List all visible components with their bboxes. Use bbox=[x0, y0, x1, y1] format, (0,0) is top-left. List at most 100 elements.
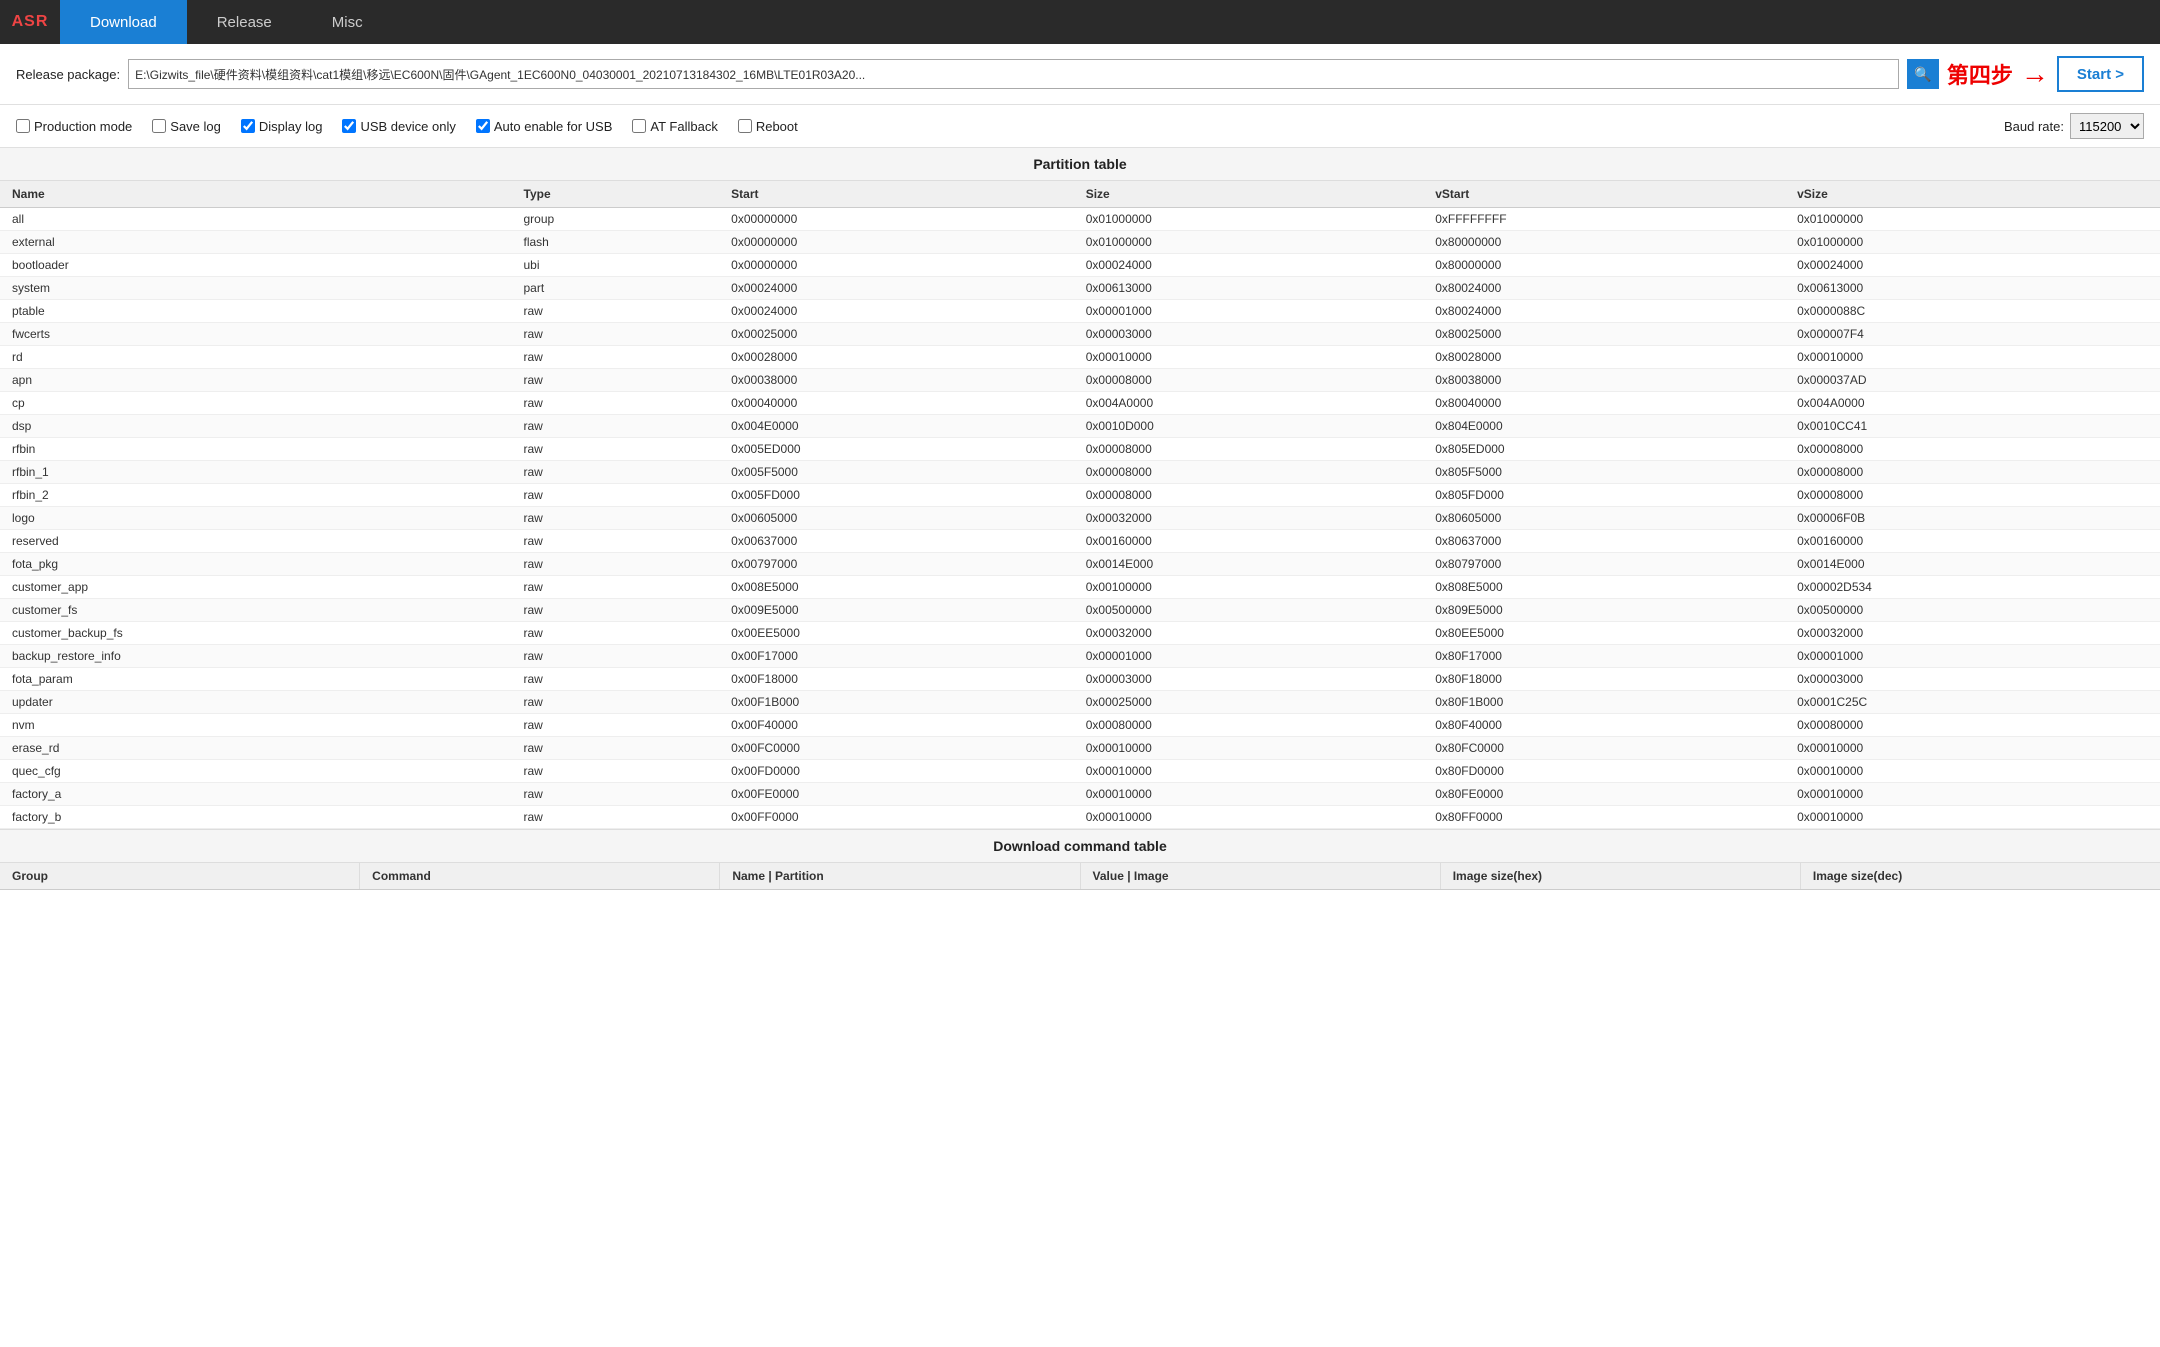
at-fallback-label: AT Fallback bbox=[650, 119, 717, 134]
table-cell: 0x00500000 bbox=[1074, 599, 1424, 622]
option-usb-device-only[interactable]: USB device only bbox=[342, 119, 455, 134]
table-row: rdraw0x000280000x000100000x800280000x000… bbox=[0, 346, 2160, 369]
table-cell: 0x80FF0000 bbox=[1423, 806, 1785, 829]
table-cell: 0x80F1B000 bbox=[1423, 691, 1785, 714]
table-cell: reserved bbox=[0, 530, 512, 553]
table-cell: 0x004A0000 bbox=[1785, 392, 2160, 415]
table-cell: 0x80038000 bbox=[1423, 369, 1785, 392]
table-cell: 0x00500000 bbox=[1785, 599, 2160, 622]
table-cell: rfbin_2 bbox=[0, 484, 512, 507]
table-cell: 0x00008000 bbox=[1785, 438, 2160, 461]
table-cell: raw bbox=[512, 461, 720, 484]
table-cell: 0x00F17000 bbox=[719, 645, 1074, 668]
table-row: rfbin_2raw0x005FD0000x000080000x805FD000… bbox=[0, 484, 2160, 507]
option-production-mode[interactable]: Production mode bbox=[16, 119, 132, 134]
option-save-log[interactable]: Save log bbox=[152, 119, 221, 134]
usb-device-only-checkbox[interactable] bbox=[342, 119, 356, 133]
option-auto-enable-usb[interactable]: Auto enable for USB bbox=[476, 119, 613, 134]
col-type: Type bbox=[512, 181, 720, 208]
table-cell: raw bbox=[512, 346, 720, 369]
table-cell: 0x00010000 bbox=[1785, 760, 2160, 783]
table-cell: 0x00000000 bbox=[719, 208, 1074, 231]
table-cell: raw bbox=[512, 599, 720, 622]
table-cell: factory_a bbox=[0, 783, 512, 806]
save-log-label: Save log bbox=[170, 119, 221, 134]
table-cell: 0x0010CC41 bbox=[1785, 415, 2160, 438]
table-cell: 0x80028000 bbox=[1423, 346, 1785, 369]
table-cell: 0x00008000 bbox=[1074, 484, 1424, 507]
table-row: rfbinraw0x005ED0000x000080000x805ED0000x… bbox=[0, 438, 2160, 461]
table-cell: raw bbox=[512, 783, 720, 806]
release-package-label: Release package: bbox=[16, 67, 120, 82]
reboot-checkbox[interactable] bbox=[738, 119, 752, 133]
table-cell: 0x00010000 bbox=[1074, 737, 1424, 760]
table-cell: 0x005F5000 bbox=[719, 461, 1074, 484]
table-cell: ptable bbox=[0, 300, 512, 323]
table-row: allgroup0x000000000x010000000xFFFFFFFF0x… bbox=[0, 208, 2160, 231]
display-log-label: Display log bbox=[259, 119, 323, 134]
option-display-log[interactable]: Display log bbox=[241, 119, 323, 134]
table-cell: nvm bbox=[0, 714, 512, 737]
table-cell: 0x00024000 bbox=[1785, 254, 2160, 277]
table-cell: 0x80FE0000 bbox=[1423, 783, 1785, 806]
table-cell: dsp bbox=[0, 415, 512, 438]
table-cell: customer_fs bbox=[0, 599, 512, 622]
auto-enable-usb-checkbox[interactable] bbox=[476, 119, 490, 133]
table-cell: factory_b bbox=[0, 806, 512, 829]
table-row: externalflash0x000000000x010000000x80000… bbox=[0, 231, 2160, 254]
table-cell: 0x005ED000 bbox=[719, 438, 1074, 461]
table-cell: raw bbox=[512, 392, 720, 415]
table-row: dspraw0x004E00000x0010D0000x804E00000x00… bbox=[0, 415, 2160, 438]
table-cell: apn bbox=[0, 369, 512, 392]
table-cell: 0x00797000 bbox=[719, 553, 1074, 576]
tab-release[interactable]: Release bbox=[187, 0, 302, 44]
table-cell: 0x80605000 bbox=[1423, 507, 1785, 530]
table-cell: 0x0000088C bbox=[1785, 300, 2160, 323]
table-cell: 0x00001000 bbox=[1785, 645, 2160, 668]
table-cell: 0x00028000 bbox=[719, 346, 1074, 369]
table-row: backup_restore_inforaw0x00F170000x000010… bbox=[0, 645, 2160, 668]
table-cell: 0x00010000 bbox=[1074, 783, 1424, 806]
table-cell: 0x01000000 bbox=[1074, 231, 1424, 254]
baud-rate-select[interactable]: 115200 9600 19200 38400 57600 230400 bbox=[2070, 113, 2144, 139]
table-cell: raw bbox=[512, 438, 720, 461]
at-fallback-checkbox[interactable] bbox=[632, 119, 646, 133]
table-cell: raw bbox=[512, 760, 720, 783]
table-cell: 0x00000000 bbox=[719, 231, 1074, 254]
reboot-label: Reboot bbox=[756, 119, 798, 134]
release-package-input[interactable] bbox=[128, 59, 1899, 89]
table-cell: 0x00001000 bbox=[1074, 645, 1424, 668]
tab-download[interactable]: Download bbox=[60, 0, 187, 44]
table-cell: 0x00024000 bbox=[719, 277, 1074, 300]
table-cell: 0x00010000 bbox=[1785, 737, 2160, 760]
tab-misc[interactable]: Misc bbox=[302, 0, 393, 44]
search-button[interactable]: 🔍 bbox=[1907, 59, 1939, 89]
table-cell: 0x80000000 bbox=[1423, 254, 1785, 277]
table-cell: 0x00025000 bbox=[1074, 691, 1424, 714]
table-cell: updater bbox=[0, 691, 512, 714]
table-cell: 0x00010000 bbox=[1074, 760, 1424, 783]
options-row: Production mode Save log Display log USB… bbox=[0, 105, 2160, 148]
production-mode-checkbox[interactable] bbox=[16, 119, 30, 133]
table-cell: 0x004E0000 bbox=[719, 415, 1074, 438]
save-log-checkbox[interactable] bbox=[152, 119, 166, 133]
option-reboot[interactable]: Reboot bbox=[738, 119, 798, 134]
table-cell: 0x01000000 bbox=[1785, 231, 2160, 254]
table-row: factory_braw0x00FF00000x000100000x80FF00… bbox=[0, 806, 2160, 829]
nav-tabs: Download Release Misc bbox=[60, 0, 393, 44]
start-button[interactable]: Start > bbox=[2057, 56, 2144, 92]
col-size: Size bbox=[1074, 181, 1424, 208]
table-cell: 0x00002D534 bbox=[1785, 576, 2160, 599]
table-cell: 0x009E5000 bbox=[719, 599, 1074, 622]
table-cell: fota_pkg bbox=[0, 553, 512, 576]
option-at-fallback[interactable]: AT Fallback bbox=[632, 119, 717, 134]
table-row: fota_pkgraw0x007970000x0014E0000x8079700… bbox=[0, 553, 2160, 576]
col-vstart: vStart bbox=[1423, 181, 1785, 208]
table-row: ptableraw0x000240000x000010000x800240000… bbox=[0, 300, 2160, 323]
table-cell: flash bbox=[512, 231, 720, 254]
table-cell: 0x0010D000 bbox=[1074, 415, 1424, 438]
col-name: Name bbox=[0, 181, 512, 208]
display-log-checkbox[interactable] bbox=[241, 119, 255, 133]
table-cell: bootloader bbox=[0, 254, 512, 277]
table-cell: 0x000037AD bbox=[1785, 369, 2160, 392]
